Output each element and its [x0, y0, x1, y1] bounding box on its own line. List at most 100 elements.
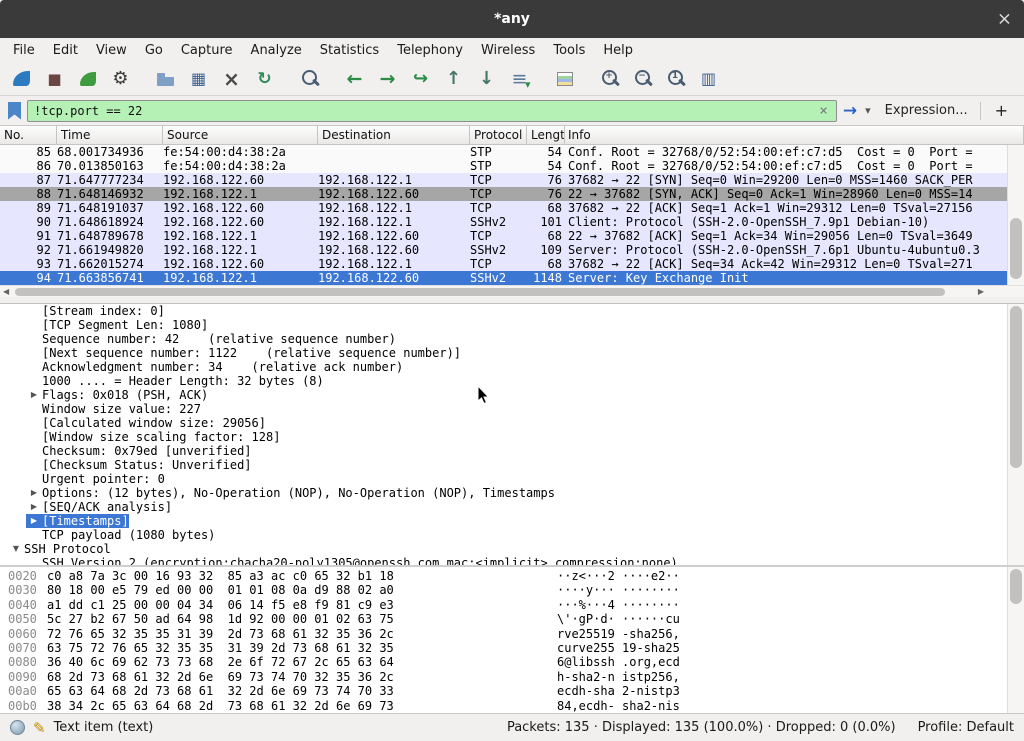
- capture-comment-pencil-icon[interactable]: [33, 719, 46, 737]
- detail-line[interactable]: [Calculated window size: 29056]: [0, 416, 1024, 430]
- capture-restart-button[interactable]: [72, 65, 103, 93]
- detail-line[interactable]: 1000 .... = Header Length: 32 bytes (8): [0, 374, 1024, 388]
- detail-line[interactable]: [Checksum Status: Unverified]: [0, 458, 1024, 472]
- add-filter-button[interactable]: +: [987, 101, 1016, 120]
- scrollbar-thumb[interactable]: [1010, 569, 1022, 604]
- menu-wireless[interactable]: Wireless: [472, 40, 544, 61]
- detail-line[interactable]: ▶Flags: 0x018 (PSH, ACK): [0, 388, 1024, 402]
- scroll-right-icon[interactable]: ▶: [978, 286, 984, 298]
- file-close-button[interactable]: [216, 65, 247, 93]
- hex-row[interactable]: 00a065 63 64 68 2d 73 68 61 32 2d 6e 69 …: [0, 684, 1024, 698]
- hex-row[interactable]: 00505c 27 b2 67 50 ad 64 98 1d 92 00 00 …: [0, 612, 1024, 626]
- resize-columns-button[interactable]: [693, 65, 724, 93]
- capture-stop-button[interactable]: [39, 65, 70, 93]
- collapsed-arrow-icon[interactable]: ▶: [26, 514, 42, 528]
- menu-statistics[interactable]: Statistics: [311, 40, 388, 61]
- filter-dropdown-icon[interactable]: ▾: [863, 104, 873, 117]
- zoom-in-button[interactable]: [594, 65, 625, 93]
- menu-go[interactable]: Go: [136, 40, 172, 61]
- menu-edit[interactable]: Edit: [44, 40, 87, 61]
- hex-row[interactable]: 006072 76 65 32 35 35 31 39 2d 73 68 61 …: [0, 627, 1024, 641]
- go-to-packet-button[interactable]: [405, 65, 436, 93]
- scroll-left-icon[interactable]: ◀: [3, 286, 9, 298]
- hex-row[interactable]: 009068 2d 73 68 61 32 2d 6e 69 73 74 70 …: [0, 670, 1024, 684]
- menu-analyze[interactable]: Analyze: [242, 40, 311, 61]
- detail-line[interactable]: ▼SSH Protocol: [0, 542, 1024, 556]
- hex-row[interactable]: 008036 40 6c 69 62 73 73 68 2e 6f 72 67 …: [0, 655, 1024, 669]
- reload-button[interactable]: [249, 65, 280, 93]
- column-header-length[interactable]: Length: [527, 126, 565, 144]
- filter-apply-icon[interactable]: →: [843, 101, 857, 121]
- packet-row[interactable]: 8971.648191037192.168.122.60192.168.122.…: [0, 201, 1024, 215]
- go-forward-button[interactable]: [372, 65, 403, 93]
- zoom-original-button[interactable]: [660, 65, 691, 93]
- expert-info-icon[interactable]: [10, 720, 25, 735]
- collapsed-arrow-icon[interactable]: ▶: [26, 486, 42, 500]
- zoom-out-button[interactable]: [627, 65, 658, 93]
- menu-telephony[interactable]: Telephony: [388, 40, 472, 61]
- detail-line[interactable]: ▶[SEQ/ACK analysis]: [0, 500, 1024, 514]
- go-last-button[interactable]: [471, 65, 502, 93]
- detail-line[interactable]: Sequence number: 42 (relative sequence n…: [0, 332, 1024, 346]
- scrollbar-thumb[interactable]: [1010, 218, 1022, 280]
- close-window-icon[interactable]: ×: [997, 9, 1012, 30]
- bytes-vertical-scrollbar[interactable]: [1007, 567, 1024, 713]
- go-back-button[interactable]: [339, 65, 370, 93]
- packet-row[interactable]: 9371.662015274192.168.122.60192.168.122.…: [0, 257, 1024, 271]
- detail-line[interactable]: SSH Version 2 (encryption:chacha20-poly1…: [0, 556, 1024, 565]
- detail-line[interactable]: [Window size scaling factor: 128]: [0, 430, 1024, 444]
- detail-line[interactable]: ▶Options: (12 bytes), No-Operation (NOP)…: [0, 486, 1024, 500]
- collapsed-arrow-icon[interactable]: ▶: [26, 388, 42, 402]
- column-header-time[interactable]: Time: [57, 126, 163, 144]
- hex-row[interactable]: 0040a1 dd c1 25 00 00 04 34 06 14 f5 e8 …: [0, 598, 1024, 612]
- display-filter-input[interactable]: !tcp.port == 22 ×: [27, 100, 837, 122]
- status-profile[interactable]: Profile: Default: [918, 720, 1014, 735]
- hex-row[interactable]: 00b038 34 2c 65 63 64 68 2d 73 68 61 32 …: [0, 699, 1024, 713]
- packet-row[interactable]: 9471.663856741192.168.122.1192.168.122.6…: [0, 271, 1024, 285]
- packet-row[interactable]: 9171.648789678192.168.122.1192.168.122.6…: [0, 229, 1024, 243]
- detail-line[interactable]: [Stream index: 0]: [0, 304, 1024, 318]
- file-open-button[interactable]: [150, 65, 181, 93]
- details-vertical-scrollbar[interactable]: [1007, 304, 1024, 565]
- scrollbar-thumb[interactable]: [1010, 306, 1022, 468]
- find-button[interactable]: [294, 65, 325, 93]
- menu-help[interactable]: Help: [594, 40, 642, 61]
- hex-row[interactable]: 003080 18 00 e5 79 ed 00 00 01 01 08 0a …: [0, 583, 1024, 597]
- expanded-arrow-icon[interactable]: ▼: [8, 542, 24, 556]
- detail-line[interactable]: [Next sequence number: 1122 (relative se…: [0, 346, 1024, 360]
- menu-file[interactable]: File: [4, 40, 44, 61]
- column-header-destination[interactable]: Destination: [318, 126, 470, 144]
- expression-button[interactable]: Expression...: [879, 103, 974, 118]
- menu-view[interactable]: View: [87, 40, 136, 61]
- detail-line[interactable]: [TCP Segment Len: 1080]: [0, 318, 1024, 332]
- filter-bookmark-icon[interactable]: [8, 102, 21, 120]
- column-header-source[interactable]: Source: [163, 126, 318, 144]
- file-save-button[interactable]: [183, 65, 214, 93]
- packet-list-vertical-scrollbar[interactable]: [1007, 145, 1024, 285]
- detail-line[interactable]: Urgent pointer: 0: [0, 472, 1024, 486]
- detail-line[interactable]: ▶[Timestamps]: [0, 514, 1024, 528]
- menu-tools[interactable]: Tools: [544, 40, 594, 61]
- scrollbar-thumb[interactable]: [15, 288, 945, 296]
- column-header-info[interactable]: Info: [565, 126, 1024, 144]
- packet-row[interactable]: 8771.647777234192.168.122.60192.168.122.…: [0, 173, 1024, 187]
- column-header-protocol[interactable]: Protocol: [470, 126, 527, 144]
- hex-row[interactable]: 0020c0 a8 7a 3c 00 16 93 32 85 a3 ac c0 …: [0, 569, 1024, 583]
- auto-scroll-button[interactable]: [504, 65, 535, 93]
- detail-line[interactable]: Window size value: 227: [0, 402, 1024, 416]
- go-first-button[interactable]: [438, 65, 469, 93]
- packet-list-horizontal-scrollbar[interactable]: ◀ ▶: [0, 285, 1024, 297]
- detail-line[interactable]: Checksum: 0x79ed [unverified]: [0, 444, 1024, 458]
- filter-clear-icon[interactable]: ×: [817, 103, 829, 119]
- hex-row[interactable]: 007063 75 72 76 65 32 35 35 31 39 2d 73 …: [0, 641, 1024, 655]
- collapsed-arrow-icon[interactable]: ▶: [26, 500, 42, 514]
- column-header-no[interactable]: No.: [0, 126, 57, 144]
- capture-options-button[interactable]: [105, 65, 136, 93]
- packet-row[interactable]: 8670.013850163fe:54:00:d4:38:2aSTP54Conf…: [0, 159, 1024, 173]
- packet-row[interactable]: 8568.001734936fe:54:00:d4:38:2aSTP54Conf…: [0, 145, 1024, 159]
- colorize-button[interactable]: [549, 65, 580, 93]
- packet-row[interactable]: 8871.648146932192.168.122.1192.168.122.6…: [0, 187, 1024, 201]
- detail-line[interactable]: TCP payload (1080 bytes): [0, 528, 1024, 542]
- packet-row[interactable]: 9071.648618924192.168.122.60192.168.122.…: [0, 215, 1024, 229]
- detail-line[interactable]: Acknowledgment number: 34 (relative ack …: [0, 360, 1024, 374]
